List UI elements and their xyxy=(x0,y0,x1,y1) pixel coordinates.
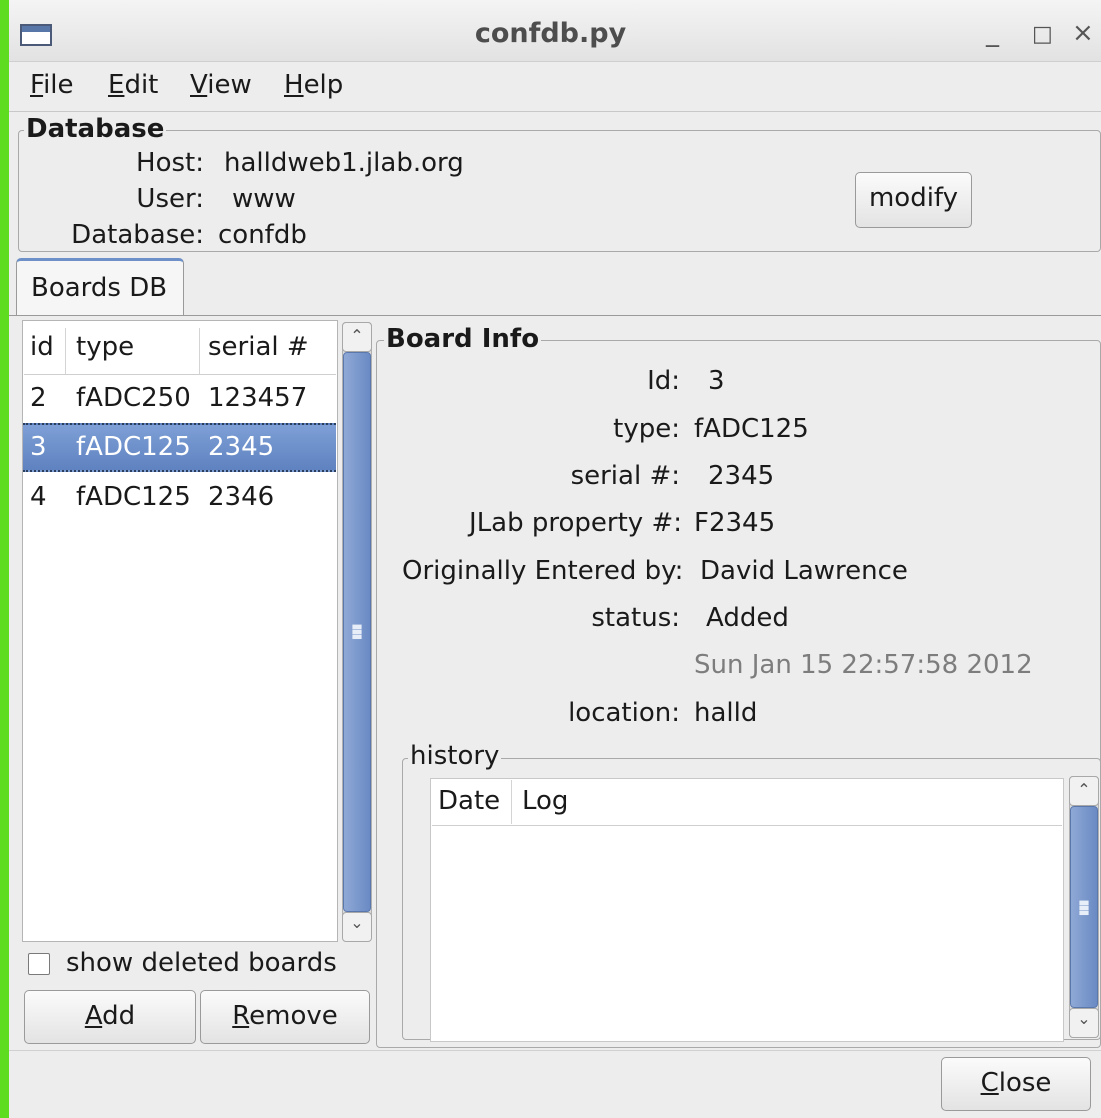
history-frame-title: history xyxy=(408,741,502,771)
scroll-up-icon[interactable]: ⌃ xyxy=(1069,776,1099,806)
location-value: halld xyxy=(694,698,758,728)
scroll-down-icon[interactable]: ⌄ xyxy=(342,912,372,942)
id-value: 3 xyxy=(708,366,725,396)
entered-by-label: Originally Entered by: xyxy=(402,556,684,586)
row-id: 2 xyxy=(30,383,47,413)
menu-help[interactable]: Help xyxy=(284,70,343,100)
row-type: fADC125 xyxy=(76,432,191,462)
column-header-id[interactable]: id xyxy=(26,328,66,374)
scroll-up-icon[interactable]: ⌃ xyxy=(342,322,372,352)
add-button[interactable]: Add xyxy=(24,990,196,1044)
tab-boards-db[interactable]: Boards DB xyxy=(16,258,184,316)
menu-file[interactable]: File xyxy=(30,70,74,100)
row-type: fADC250 xyxy=(76,383,191,413)
modify-button[interactable]: modify xyxy=(855,172,972,228)
row-serial: 2346 xyxy=(208,482,275,512)
type-label: type: xyxy=(613,414,680,444)
database-label: Database: xyxy=(71,220,204,250)
close-window-button[interactable]: × xyxy=(1072,18,1094,48)
serial-label: serial #: xyxy=(570,461,680,491)
column-header-serial[interactable]: serial # xyxy=(200,328,334,374)
user-label: User: xyxy=(136,184,204,214)
status-label: status: xyxy=(591,603,680,633)
window-title: confdb.py xyxy=(474,18,627,49)
scroll-grip-icon: ▬ ▬ ▬ xyxy=(1078,895,1090,919)
window-focus-edge xyxy=(0,0,9,1118)
menu-bar xyxy=(9,62,1101,112)
user-value: www xyxy=(232,184,296,214)
row-serial: 2345 xyxy=(208,432,275,462)
tab-separator xyxy=(9,315,1101,316)
row-serial: 123457 xyxy=(208,383,308,413)
column-header-divider xyxy=(24,374,336,375)
row-type: fADC125 xyxy=(76,482,191,512)
status-value: Added xyxy=(706,603,789,633)
entered-by-value: David Lawrence xyxy=(700,556,908,586)
close-button[interactable]: Close xyxy=(941,1057,1091,1111)
menu-view[interactable]: View xyxy=(190,70,252,100)
property-value: F2345 xyxy=(694,508,776,538)
scroll-grip-icon: ▬ ▬ ▬ xyxy=(351,619,363,643)
database-frame-title: Database xyxy=(24,114,167,144)
row-id: 3 xyxy=(30,432,47,462)
column-header-type[interactable]: type xyxy=(68,328,200,374)
history-header-divider xyxy=(432,825,1062,826)
minimize-button[interactable]: _ xyxy=(986,18,999,48)
status-timestamp: Sun Jan 15 22:57:58 2012 xyxy=(694,650,1033,680)
location-label: location: xyxy=(568,698,680,728)
host-value: halldweb1.jlab.org xyxy=(224,148,464,178)
serial-value: 2345 xyxy=(708,461,775,491)
id-label: Id: xyxy=(647,366,680,396)
maximize-button[interactable]: □ xyxy=(1032,22,1053,47)
host-label: Host: xyxy=(136,148,204,178)
database-value: confdb xyxy=(218,220,307,250)
show-deleted-label[interactable]: show deleted boards xyxy=(66,948,337,978)
type-value: fADC125 xyxy=(694,414,809,444)
column-header-log[interactable]: Log xyxy=(514,780,1062,824)
column-header-date[interactable]: Date xyxy=(432,780,512,824)
footer-separator xyxy=(9,1050,1101,1051)
remove-button[interactable]: Remove xyxy=(200,990,370,1044)
property-label: JLab property #: xyxy=(469,508,682,538)
row-id: 4 xyxy=(30,482,47,512)
scroll-down-icon[interactable]: ⌄ xyxy=(1069,1008,1099,1038)
show-deleted-checkbox[interactable] xyxy=(28,953,50,975)
board-info-frame-title: Board Info xyxy=(384,324,542,354)
menu-edit[interactable]: Edit xyxy=(108,70,158,100)
